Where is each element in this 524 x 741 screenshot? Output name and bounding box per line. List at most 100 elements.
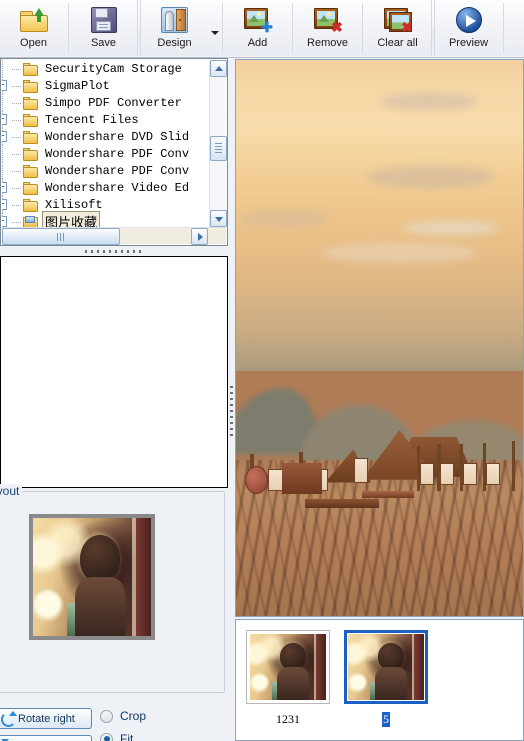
tree-item[interactable]: Wondershare DVD Slid <box>2 128 209 145</box>
tree-item[interactable]: 图片收藏 <box>2 211 209 227</box>
scroll-down-icon[interactable] <box>210 210 227 227</box>
design-door-icon <box>161 5 188 35</box>
open-button[interactable]: Open <box>1 1 66 55</box>
folder-icon <box>22 113 39 127</box>
expand-plus-icon[interactable] <box>2 111 12 128</box>
thumbnail-image <box>348 634 424 700</box>
tree-guide-line <box>2 145 12 162</box>
scrollbar-thumb-horizontal[interactable] <box>2 228 120 245</box>
rotate-right-label: Rotate right <box>18 712 75 725</box>
remove-button[interactable]: ✖ Remove <box>295 1 360 55</box>
tree-item[interactable]: Tencent Files <box>2 111 209 128</box>
tree-item[interactable]: Wondershare Video Ed <box>2 179 209 196</box>
radio-button-icon-selected[interactable] <box>100 732 113 741</box>
preview-button[interactable]: Preview <box>436 1 501 55</box>
folder-icon <box>22 79 39 93</box>
clear-all-button[interactable]: ✖ Clear all <box>365 1 430 55</box>
layout-preview-image <box>33 518 151 636</box>
open-button-label: Open <box>20 37 47 49</box>
tree-item[interactable]: Wondershare PDF Conv <box>2 162 209 179</box>
radio-fit-label: Fit <box>120 732 134 741</box>
expand-plus-icon[interactable] <box>2 213 12 227</box>
thumbnail-item[interactable]: 1231 <box>242 630 334 727</box>
tree-item-label: SigmaPlot <box>45 78 110 93</box>
horizontal-splitter[interactable] <box>0 247 228 256</box>
folder-tree-viewport: SecurityCam Storage SigmaPlot Simpo PDF Co… <box>2 60 209 227</box>
toolbar-group-edit: Design ✚ Add ✖ Remove ✖ Clear all <box>140 0 432 56</box>
folder-tree-list: SecurityCam Storage SigmaPlot Simpo PDF Co… <box>2 60 209 227</box>
vertical-splitter[interactable] <box>228 58 235 741</box>
my-pictures-icon <box>22 215 39 227</box>
expand-plus-icon[interactable] <box>2 77 12 94</box>
rotate-right-icon <box>0 711 17 727</box>
tree-item[interactable]: SigmaPlot <box>2 77 209 94</box>
scroll-up-icon[interactable] <box>210 60 227 77</box>
tree-guide-line <box>12 119 22 121</box>
tree-guide-line <box>2 162 12 179</box>
thumbnail-image <box>250 634 326 700</box>
chevron-down-icon[interactable] <box>208 1 221 55</box>
design-button-label: Design <box>157 37 192 49</box>
thumbnail-frame <box>246 630 330 704</box>
expand-plus-icon[interactable] <box>2 179 12 196</box>
tree-item-label: Xilisoft <box>45 197 103 212</box>
thumbnail-frame-selected <box>344 630 428 704</box>
clear-all-button-label: Clear all <box>377 37 418 49</box>
add-picture-icon: ✚ <box>243 5 273 35</box>
radio-button-icon[interactable] <box>100 709 113 723</box>
tree-horizontal-scrollbar[interactable] <box>2 227 226 245</box>
layout-preview[interactable] <box>29 514 155 640</box>
remove-button-label: Remove <box>307 37 348 49</box>
folder-icon <box>22 147 39 161</box>
folder-icon <box>22 130 39 144</box>
preview-button-label: Preview <box>448 37 489 49</box>
save-button[interactable]: Save <box>71 1 136 55</box>
tree-item[interactable]: Xilisoft <box>2 196 209 213</box>
tree-guide-line <box>12 153 22 155</box>
tree-item[interactable]: Wondershare PDF Conv <box>2 145 209 162</box>
tree-guide-line <box>12 85 22 87</box>
splitter-grip <box>85 250 143 253</box>
thumbnail-item-selected[interactable]: 5 <box>340 630 432 727</box>
tree-item[interactable]: SecurityCam Storage <box>2 60 209 77</box>
file-list-panel[interactable]: gjpg <box>0 256 228 488</box>
main-preview-panel[interactable] <box>235 59 524 617</box>
toolbar-group-output: Preview Sha <box>434 0 524 56</box>
thumbnail-strip[interactable]: 1231 5 <box>235 619 524 741</box>
tree-item-label: Simpo PDF Converter <box>45 95 182 110</box>
tree-vertical-scrollbar[interactable] <box>209 60 227 227</box>
play-circle-icon <box>455 5 482 35</box>
clear-all-pictures-icon: ✖ <box>383 5 413 35</box>
expand-plus-icon[interactable] <box>2 196 12 213</box>
tree-item-label: SecurityCam Storage <box>45 61 182 76</box>
rotate-right-button[interactable]: Rotate right <box>0 708 92 729</box>
add-button[interactable]: ✚ Add <box>225 1 290 55</box>
tree-item[interactable]: Simpo PDF Converter <box>2 94 209 111</box>
tree-guide-line <box>12 204 22 206</box>
preview-image-desert-scene <box>236 60 523 616</box>
rotate-left-button[interactable]: Rotate left <box>0 735 92 741</box>
toolbar-divider <box>68 3 69 53</box>
add-button-label: Add <box>247 37 268 49</box>
floppy-disk-icon <box>90 5 117 35</box>
folder-tree-panel[interactable]: SecurityCam Storage SigmaPlot Simpo PDF Co… <box>0 58 228 246</box>
toolbar-divider <box>503 3 504 53</box>
design-button[interactable]: Design <box>142 1 207 55</box>
tree-guide-line <box>12 136 22 138</box>
expand-plus-icon[interactable] <box>2 128 12 145</box>
scrollbar-thumb[interactable] <box>210 136 227 161</box>
photo-child-sunset <box>33 518 151 636</box>
remove-picture-icon: ✖ <box>313 5 343 35</box>
share-button[interactable]: Sha <box>506 1 524 55</box>
tree-item-label: Wondershare DVD Slid <box>45 129 190 144</box>
scroll-right-icon[interactable] <box>191 228 208 245</box>
radio-fit[interactable]: Fit <box>100 732 133 741</box>
folder-icon <box>22 164 39 178</box>
layout-group-box: ayout <box>0 484 225 693</box>
splitter-grip-vertical <box>230 386 233 436</box>
radio-crop[interactable]: Crop <box>100 709 146 723</box>
tree-item-label: 图片收藏 <box>41 211 101 227</box>
tree-guide-line <box>12 102 22 104</box>
tree-guide-line <box>12 187 22 189</box>
toolbar-divider <box>222 3 223 53</box>
